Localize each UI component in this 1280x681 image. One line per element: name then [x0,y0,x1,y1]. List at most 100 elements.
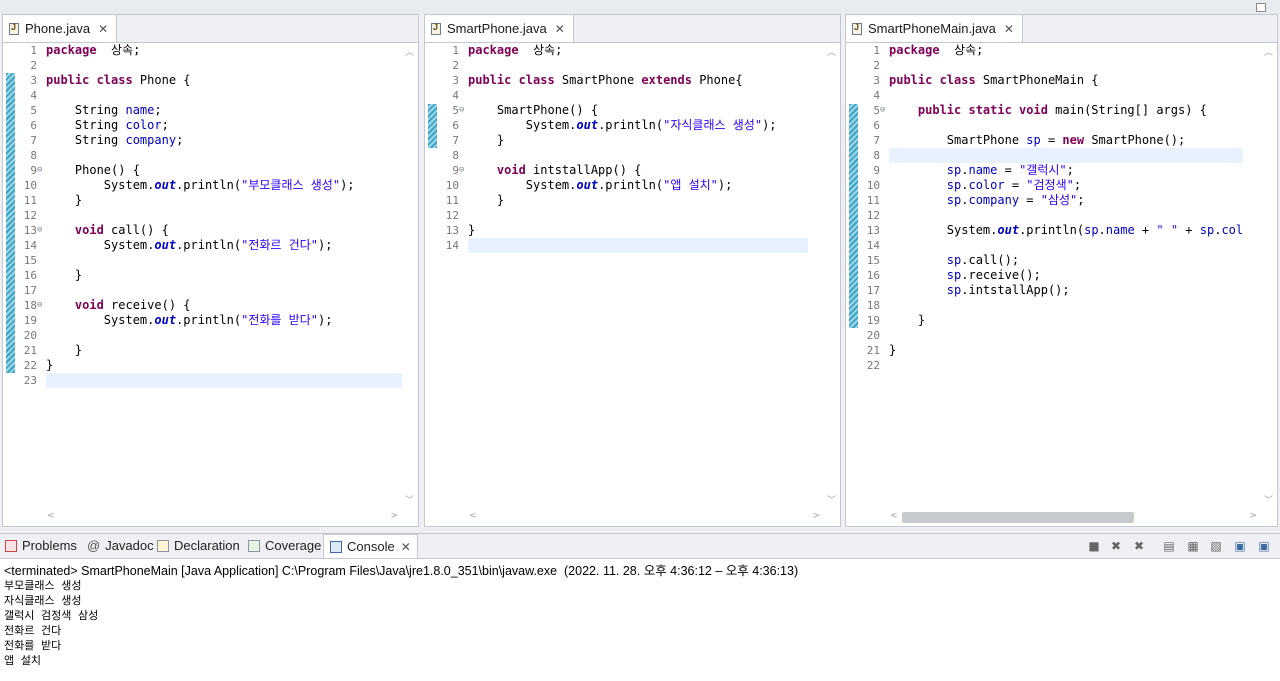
tab-label[interactable]: Javadoc [105,534,153,558]
code-line[interactable]: System.out.println("전화를 받다"); [46,313,333,328]
tab-problems[interactable]: Problems [5,534,77,558]
code-line[interactable]: } [889,313,925,328]
tab-label[interactable]: Console [347,535,395,559]
code-line[interactable]: SmartPhone() { [468,103,598,118]
code-area[interactable]: package 상속; public class SmartPhoneMain {… [889,43,1243,508]
horizontal-scrollbar[interactable]: < > [465,508,824,526]
tab-smartphone-java[interactable]: SmartPhone.java ✕ [425,15,574,42]
tab-label[interactable]: Coverage [265,534,321,558]
horizontal-scroll-thumb[interactable] [902,512,1134,523]
editor-smartphonemain-java[interactable]: SmartPhoneMain.java ✕ 12345⊖678910111213… [845,14,1278,527]
tab-phone-java[interactable]: Phone.java ✕ [3,15,118,42]
scroll-down-icon[interactable]: ﹀ [827,493,836,506]
code-line[interactable]: sp.call(); [889,253,1019,268]
tab-label[interactable]: Declaration [174,534,240,558]
code-line[interactable]: System.out.println("전화르 건다"); [46,238,333,253]
tab-label[interactable]: Phone.java [25,21,90,36]
code-line[interactable]: sp.intstallApp(); [889,283,1070,298]
scroll-right-icon[interactable]: > [812,511,820,521]
code-line[interactable]: void call() { [46,223,169,238]
editor-smartphone-java[interactable]: SmartPhone.java ✕ 12345⊖6789⊖1011121314 … [424,14,841,527]
code-line[interactable]: String name; [46,103,162,118]
minimize-icon[interactable] [1256,3,1266,12]
scroll-right-icon[interactable]: > [1249,511,1257,521]
code-line[interactable]: System.out.println("자식클래스 생성"); [468,118,777,133]
code-line[interactable]: } [46,343,82,358]
tab-console[interactable]: Console ✕ [323,534,418,558]
code-line[interactable]: sp.receive(); [889,268,1041,283]
window-controls[interactable] [1254,1,1276,26]
close-icon[interactable]: ✕ [401,535,411,559]
clear-console-icon[interactable]: ▤ [1161,539,1177,553]
code-line[interactable]: } [46,193,82,208]
code-line[interactable]: } [468,193,504,208]
close-icon[interactable]: ✕ [1004,22,1014,36]
tab-label[interactable]: SmartPhoneMain.java [868,21,996,36]
editor-body[interactable]: 1 2 3 4 5 6 7 8 9 ⊖ 10 11 12 13 ⊖ 14 15 16 17 18 ⊖ 19 20 21 22 23… [3,43,418,526]
code-line[interactable]: public class SmartPhone extends Phone{ [468,73,743,88]
terminate-icon[interactable]: ■ [1086,539,1102,553]
scroll-down-icon[interactable]: ﹀ [405,493,414,506]
tab-label[interactable]: Problems [22,534,77,558]
editor-body[interactable]: 1 2 3 4 5 ⊖ 6 7 8 9 10 11 12 13 14 15 16 17 18 19 20 21 22 pac… [846,43,1277,526]
code-line[interactable]: void receive() { [46,298,191,313]
open-console-icon[interactable]: ▣ [1256,539,1272,553]
display-selected-console-icon[interactable]: ▣ [1232,539,1248,553]
scroll-left-icon[interactable]: < [47,511,55,521]
remove-launch-icon[interactable]: ✖ [1108,539,1124,553]
code-line[interactable]: public class SmartPhoneMain { [889,73,1099,88]
code-line[interactable]: sp.color = "검정색"; [889,178,1081,193]
code-line[interactable]: String company; [46,133,183,148]
code-line[interactable]: public class Phone { [46,73,191,88]
tab-javadoc[interactable]: @ Javadoc [87,534,154,558]
close-icon[interactable]: ✕ [555,22,565,36]
scroll-left-icon[interactable]: < [890,511,898,521]
horizontal-scrollbar[interactable]: < > [886,508,1261,526]
scroll-right-icon[interactable]: > [390,511,398,521]
fold-icon[interactable]: ⊖ [37,298,46,313]
code-line[interactable]: } [46,358,53,373]
fold-icon[interactable]: ⊖ [37,223,46,238]
code-line[interactable]: sp.company = "삼성"; [889,193,1085,208]
code-line[interactable]: System.out.println(sp.name + " " + sp.co… [889,223,1243,238]
code-line[interactable]: SmartPhone sp = new SmartPhone(); [889,133,1185,148]
code-line[interactable]: } [889,343,896,358]
code-line[interactable]: System.out.println("앱 설치"); [468,178,733,193]
code-area[interactable]: package 상속; public class SmartPhone exten… [468,43,808,508]
fold-icon[interactable]: ⊖ [459,163,468,178]
fold-icon[interactable]: ⊖ [459,103,468,118]
code-line[interactable]: Phone() { [46,163,140,178]
code-line[interactable]: String color; [46,118,169,133]
code-line[interactable]: } [468,133,504,148]
scroll-up-icon[interactable]: ︿ [1264,45,1273,58]
vertical-scrollbar[interactable]: ︿ ﹀ [402,43,418,508]
scroll-lock-icon[interactable]: ▦ [1185,539,1201,553]
tab-label[interactable]: SmartPhone.java [447,21,547,36]
fold-icon[interactable]: ⊖ [880,103,889,118]
tab-coverage[interactable]: Coverage [248,534,321,558]
tab-smartphonemain-java[interactable]: SmartPhoneMain.java ✕ [846,15,1023,42]
remove-all-terminated-icon[interactable]: ✖ [1131,539,1147,553]
code-line[interactable]: package 상속; [46,43,140,58]
editor-phone-java[interactable]: Phone.java ✕ 123456789⊖10111213⊖14151617… [2,14,419,527]
code-line[interactable]: package 상속; [468,43,562,58]
scroll-up-icon[interactable]: ︿ [405,45,414,58]
code-line[interactable]: void intstallApp() { [468,163,642,178]
fold-icon[interactable]: ⊖ [37,163,46,178]
editor-body[interactable]: 1 2 3 4 5 ⊖ 6 7 8 9 ⊖ 10 11 12 13 14 package 상속; public … [425,43,840,526]
word-wrap-icon[interactable]: ▧ [1208,539,1224,553]
vertical-scrollbar[interactable]: ︿ ﹀ [1261,43,1277,508]
tab-declaration[interactable]: Declaration [157,534,240,558]
code-line[interactable]: System.out.println("부모클래스 생성"); [46,178,355,193]
code-line[interactable]: package 상속; [889,43,983,58]
code-area[interactable]: package 상속; public class Phone { String n… [46,43,402,508]
code-line[interactable]: sp.name = "갤럭시"; [889,163,1074,178]
vertical-scrollbar[interactable]: ︿ ﹀ [824,43,840,508]
scroll-up-icon[interactable]: ︿ [827,45,836,58]
console-view[interactable]: Problems @ Javadoc Declaration Coverage … [0,533,1280,681]
scroll-down-icon[interactable]: ﹀ [1264,493,1273,506]
code-line[interactable]: } [46,268,82,283]
scroll-left-icon[interactable]: < [469,511,477,521]
code-line[interactable]: public static void main(String[] args) { [889,103,1207,118]
close-icon[interactable]: ✕ [98,22,108,36]
